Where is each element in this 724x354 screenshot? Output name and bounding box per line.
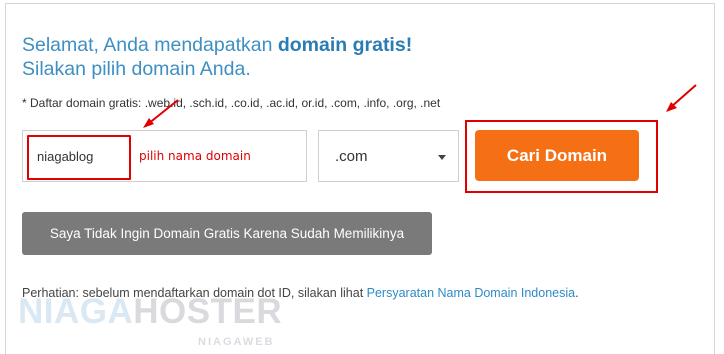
tld-selected-value: .com (335, 148, 368, 165)
input-highlight-box (27, 135, 131, 180)
annotation-label: pilih nama domain (139, 149, 251, 163)
heading-highlight: domain gratis! (277, 34, 413, 56)
chevron-down-icon (438, 155, 446, 160)
heading-line-1: Selamat, Anda mendapatkan domain gratis! (22, 33, 412, 57)
arrow-to-input-icon (143, 99, 179, 128)
domain-requirements-link[interactable]: Persyaratan Nama Domain Indonesia (367, 286, 575, 300)
notice-suffix: . (575, 286, 579, 300)
tld-select[interactable]: .com (318, 130, 459, 182)
heading-prefix: Selamat, Anda mendapatkan (22, 34, 278, 56)
decline-free-domain-button[interactable]: Saya Tidak Ingin Domain Gratis Karena Su… (22, 212, 432, 255)
notice-text: Perhatian: sebelum mendaftarkan domain d… (22, 283, 622, 303)
arrow-to-button-icon (666, 84, 697, 112)
page-heading: Selamat, Anda mendapatkan domain gratis!… (22, 33, 412, 81)
free-domain-list-note: * Daftar domain gratis: .web.id, .sch.id… (22, 96, 441, 110)
search-domain-button[interactable]: Cari Domain (475, 130, 639, 181)
heading-line-2: Silakan pilih domain Anda. (22, 58, 251, 80)
notice-prefix: Perhatian: sebelum mendaftarkan domain d… (22, 286, 367, 300)
